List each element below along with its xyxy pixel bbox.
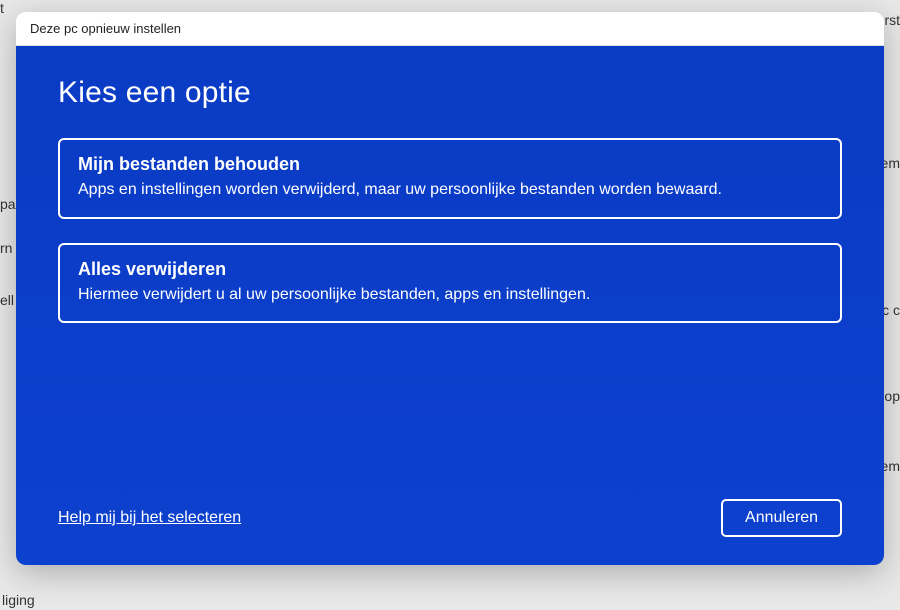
cancel-button[interactable]: Annuleren	[721, 499, 842, 537]
dialog-title: Deze pc opnieuw instellen	[30, 21, 181, 36]
option-title: Mijn bestanden behouden	[78, 154, 822, 175]
help-link[interactable]: Help mij bij het selecteren	[58, 509, 241, 527]
dialog-heading: Kies een optie	[58, 76, 842, 110]
dialog-titlebar: Deze pc opnieuw instellen	[16, 12, 884, 46]
dialog-body: Kies een optie Mijn bestanden behouden A…	[16, 46, 884, 565]
option-title: Alles verwijderen	[78, 259, 822, 280]
bg-fragment: t	[0, 0, 4, 16]
reset-pc-dialog: Deze pc opnieuw instellen Kies een optie…	[16, 12, 884, 565]
bg-fragment: ell	[0, 292, 14, 308]
option-description: Apps en instellingen worden verwijderd, …	[78, 179, 822, 201]
option-remove-everything[interactable]: Alles verwijderen Hiermee verwijdert u a…	[58, 243, 842, 324]
option-description: Hiermee verwijdert u al uw persoonlijke …	[78, 284, 822, 306]
option-keep-files[interactable]: Mijn bestanden behouden Apps en instelli…	[58, 138, 842, 219]
bg-fragment: liging	[2, 592, 35, 608]
bg-fragment: pa	[0, 196, 16, 212]
bg-fragment: rn	[0, 240, 12, 256]
dialog-footer: Help mij bij het selecteren Annuleren	[58, 499, 842, 541]
